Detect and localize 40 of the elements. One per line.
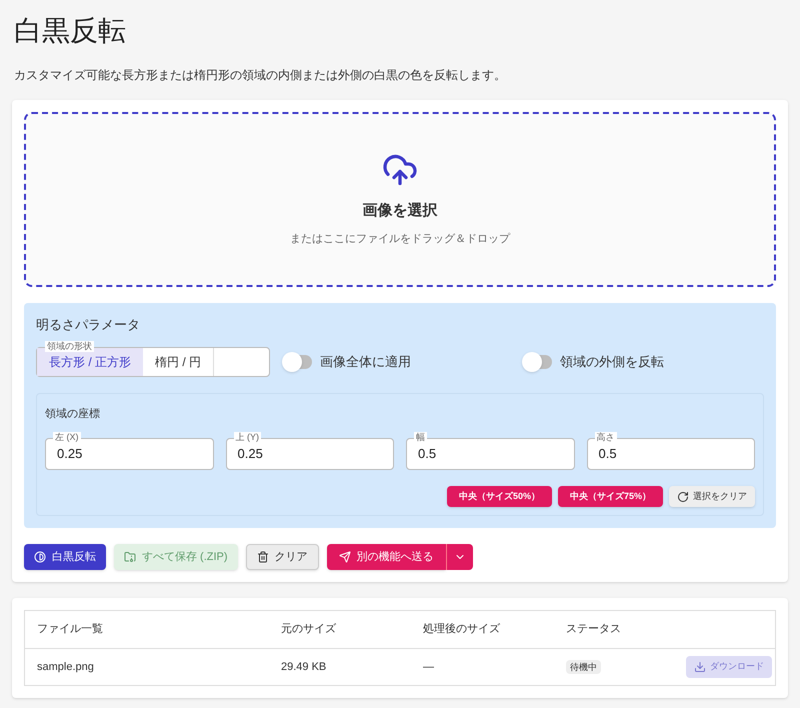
action-button[interactable]: クリア <box>246 544 319 570</box>
cloud-upload-icon <box>382 152 418 188</box>
table-cell-text: — <box>423 660 435 675</box>
field-value: 0.25 <box>238 445 263 464</box>
table-cell-text: 29.49 KB <box>281 660 328 675</box>
toggle-label: 領域の外側を反転 <box>560 352 664 371</box>
send-icon <box>338 551 351 563</box>
column-header: 元のサイズ <box>281 622 337 638</box>
download-icon <box>694 661 706 673</box>
column-header: ファイル一覧 <box>37 622 104 638</box>
preset-button[interactable]: 中央（サイズ50%） <box>446 486 552 507</box>
action-button[interactable]: 白黒反転 <box>24 544 106 570</box>
folder-icon <box>124 551 136 563</box>
field-label: 幅 <box>414 432 427 443</box>
send-button[interactable]: 別の機能へ送る <box>326 544 446 570</box>
field-label: 左 (X) <box>53 432 80 443</box>
toggle-label: 画像全体に適用 <box>320 352 411 371</box>
page-description: カスタマイズ可能な長方形または楕円形の領域の内側または外側の白黒の色を反転します。 <box>14 67 507 84</box>
clear-selection-button[interactable]: 選択をクリア <box>669 486 755 507</box>
field-label: 高さ <box>594 432 616 443</box>
column-header: 処理後のサイズ <box>423 622 501 638</box>
reset-icon <box>677 490 689 502</box>
dropzone[interactable]: 画像を選択 またはここにファイルをドラッグ＆ドロップ <box>24 112 776 287</box>
field-label: 上 (Y) <box>234 432 261 443</box>
panel-title: 明るさパラメータ <box>36 316 141 334</box>
trash-icon <box>256 551 269 563</box>
preset-button[interactable]: 中央（サイズ75%） <box>558 486 663 507</box>
field-value: 0.5 <box>418 445 436 464</box>
dropzone-hint: またはここにファイルをドラッグ＆ドロップ <box>290 232 510 246</box>
field-value: 0.5 <box>598 445 617 464</box>
section-title: 領域の座標 <box>45 406 101 422</box>
page-title: 白黒反転 <box>14 14 127 48</box>
shape-label: 領域の形状 <box>45 340 94 352</box>
contrast-icon <box>34 551 46 563</box>
status-badge: 待機中 <box>566 660 601 674</box>
column-header: ステータス <box>566 622 622 638</box>
table-cell-text: sample.png <box>37 660 95 675</box>
field-value: 0.25 <box>57 445 82 464</box>
dropdown-toggle[interactable] <box>446 544 473 570</box>
dropzone-title: 画像を選択 <box>362 201 438 221</box>
